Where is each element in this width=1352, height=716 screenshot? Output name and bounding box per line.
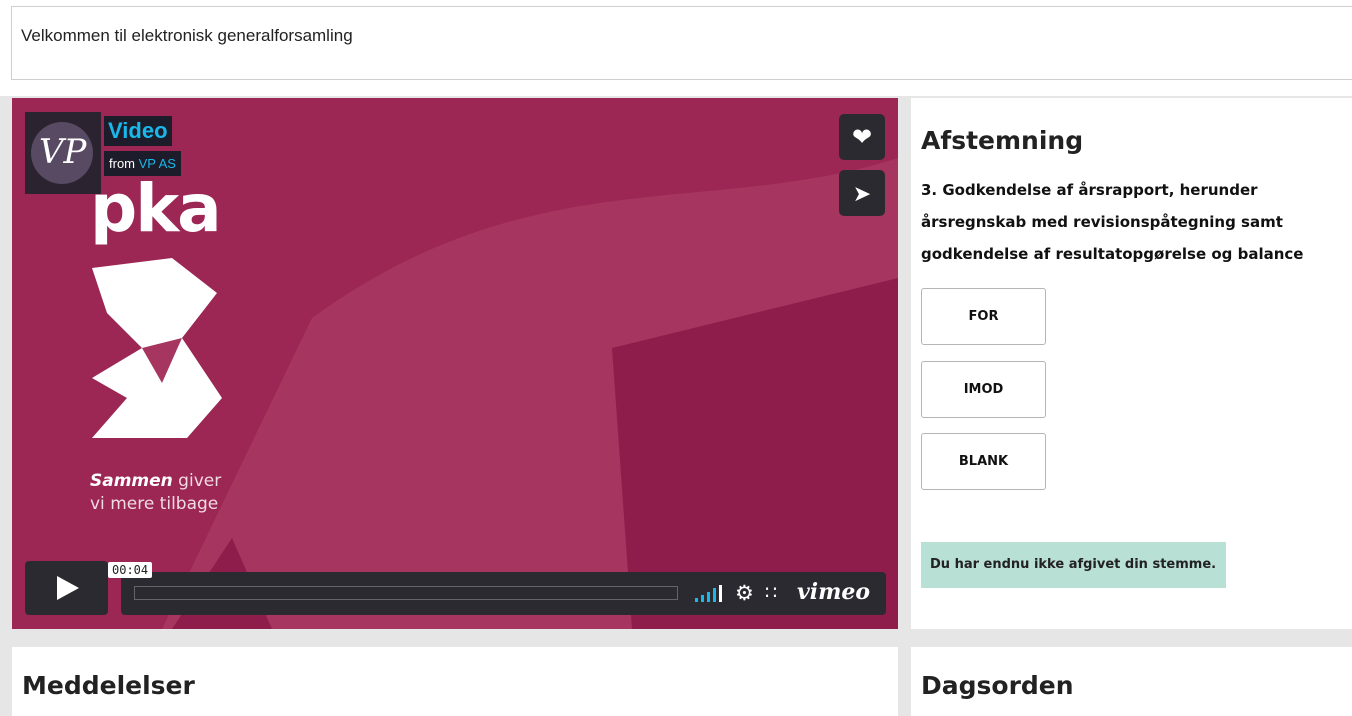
vote-status-message: Du har endnu ikke afgivet din stemme. xyxy=(921,542,1226,588)
time-indicator: 00:04 xyxy=(108,562,153,578)
tagline-line2: vi mere tilbage xyxy=(90,494,219,514)
fullscreen-icon[interactable]: ∷ xyxy=(765,582,777,604)
section-divider xyxy=(0,629,1352,647)
top-bar: Velkommen til elektronisk generalforsaml… xyxy=(0,0,1352,96)
heart-icon: ❤ xyxy=(851,123,873,151)
vote-question: 3. Godkendelse af årsrapport, herunder å… xyxy=(921,181,1304,263)
vimeo-logo[interactable]: vimeo xyxy=(797,579,870,605)
vote-blank-button[interactable]: BLANK xyxy=(921,433,1046,490)
send-icon: ➤ xyxy=(852,182,872,207)
vote-panel: Afstemning 3. Godkendelse af årsrapport,… xyxy=(911,98,1352,629)
messages-title: Meddelelser xyxy=(22,671,195,700)
page-title: Velkommen til elektronisk generalforsaml… xyxy=(21,26,353,45)
settings-icon[interactable]: ⚙ xyxy=(735,581,754,605)
video-byline: from VP AS xyxy=(104,151,181,176)
vp-logo-text: VP xyxy=(39,132,87,172)
play-button[interactable] xyxy=(25,561,108,615)
owner-link[interactable]: VP AS xyxy=(139,156,176,171)
tagline-bold: Sammen xyxy=(90,471,173,491)
agenda-title: Dagsorden xyxy=(921,671,1074,700)
channel-avatar[interactable]: VP xyxy=(25,112,101,194)
pka-logo-text: pka xyxy=(90,170,222,247)
vote-for-button[interactable]: FOR xyxy=(921,288,1046,345)
video-title-link[interactable]: Video xyxy=(104,116,172,146)
volume-icon[interactable] xyxy=(693,584,725,604)
vp-logo-icon: VP xyxy=(31,122,93,184)
byline-from: from xyxy=(109,156,135,171)
share-button[interactable]: ➤ xyxy=(839,170,885,216)
video-player[interactable]: pka Sammen giver vi mere tilbage VP Vide… xyxy=(12,98,898,629)
like-button[interactable]: ❤ xyxy=(839,114,885,160)
tagline-rest: giver xyxy=(172,471,222,491)
messages-card: Meddelelser xyxy=(12,647,898,716)
vote-title: Afstemning xyxy=(921,126,1084,155)
progress-bar[interactable] xyxy=(134,586,678,600)
player-controls: ⚙ ∷ vimeo xyxy=(121,572,886,615)
agenda-card: Dagsorden xyxy=(911,647,1352,716)
tagline: Sammen giver vi mere tilbage xyxy=(90,470,221,516)
vote-against-button[interactable]: IMOD xyxy=(921,361,1046,418)
